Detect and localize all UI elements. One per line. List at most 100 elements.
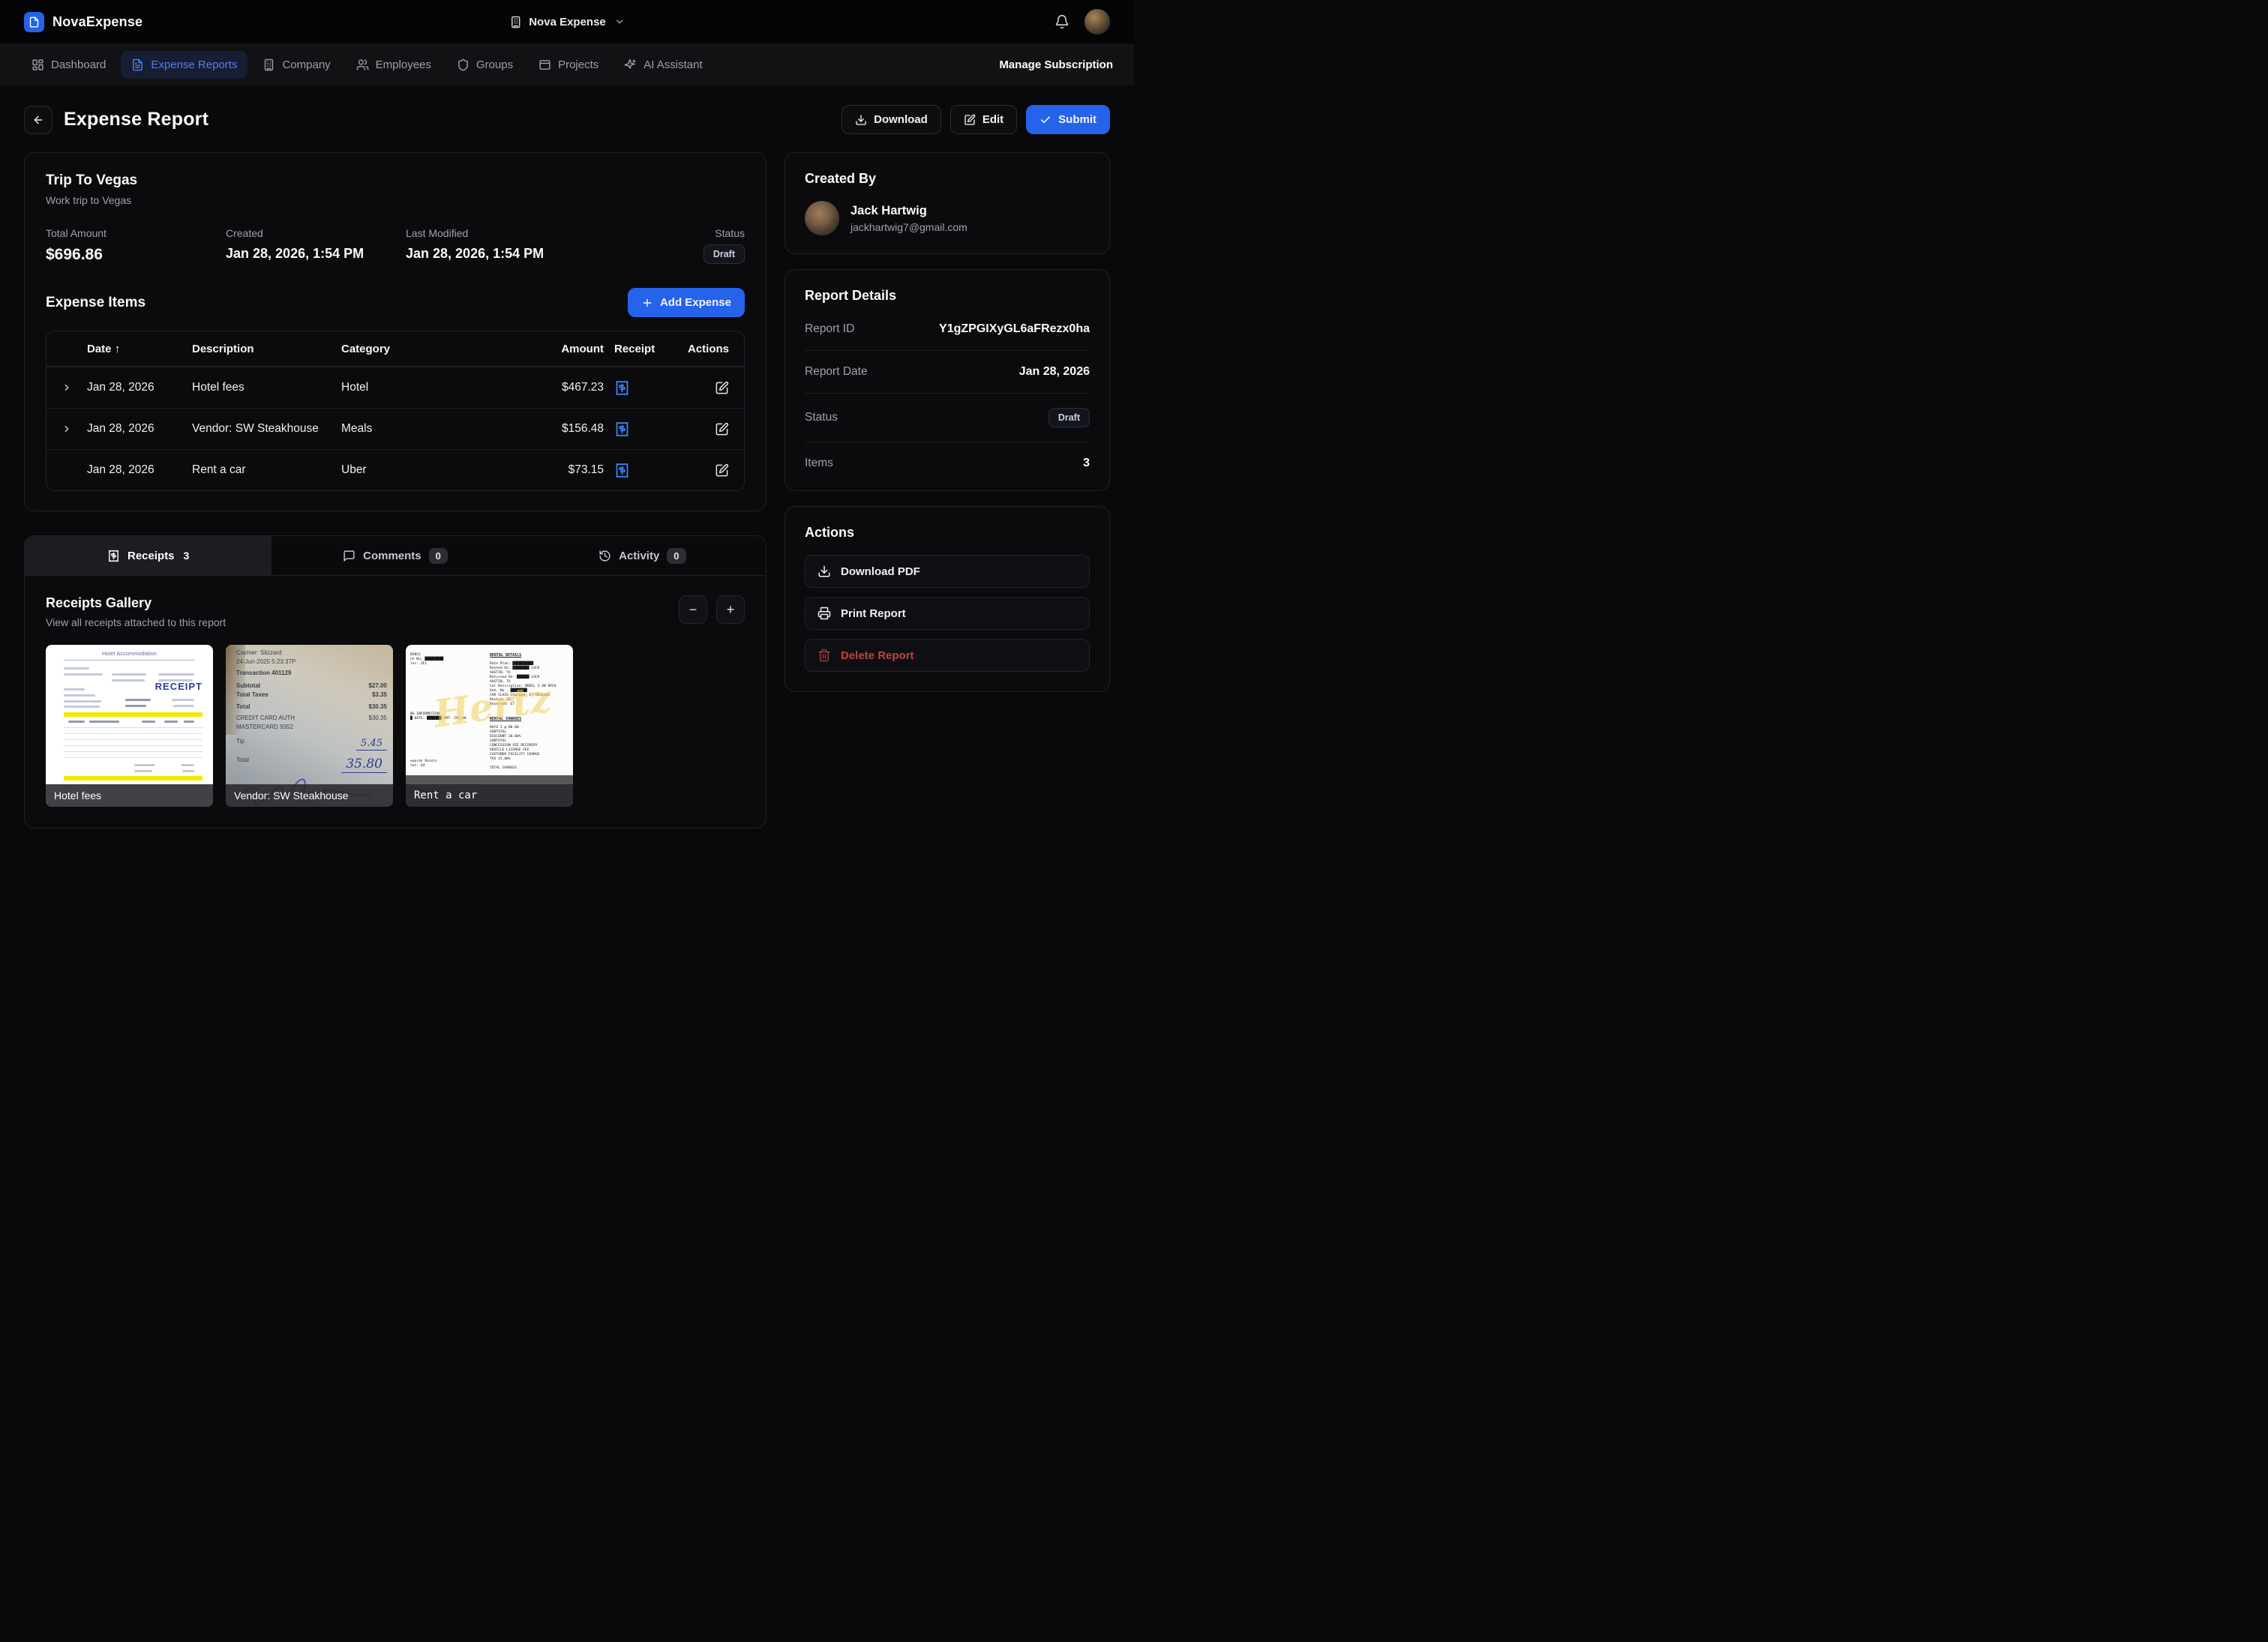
tab-comments[interactable]: Comments 0 <box>272 536 518 575</box>
stat-total-amount: Total Amount $696.86 <box>46 227 226 264</box>
table-row[interactable]: Jan 28, 2026 Vendor: SW Steakhouse Meals… <box>46 408 744 449</box>
receipt-total-bar <box>64 776 202 781</box>
download-pdf-label: Download PDF <box>841 565 920 578</box>
placeholder-line <box>64 667 89 670</box>
tab-label: Comments <box>363 550 422 562</box>
edit-button[interactable]: Edit <box>950 105 1017 134</box>
stat-created: Created Jan 28, 2026, 1:54 PM <box>226 227 406 264</box>
detail-row-items: Items 3 <box>805 442 1090 484</box>
manage-subscription-link[interactable]: Manage Subscription <box>999 58 1113 71</box>
receipt-total: $30.35 <box>369 703 387 710</box>
table-row[interactable]: Jan 28, 2026 Rent a car Uber $73.15 <box>46 449 744 490</box>
nav-item-dashboard[interactable]: Dashboard <box>21 51 116 79</box>
receipt-icon[interactable] <box>614 380 675 396</box>
report-details-heading: Report Details <box>805 288 1090 304</box>
edit-icon <box>964 114 976 126</box>
nav-label: Employees <box>376 58 431 71</box>
tab-receipts[interactable]: Receipts 3 <box>25 536 272 575</box>
notifications-button[interactable] <box>1054 14 1070 29</box>
delete-report-label: Delete Report <box>841 649 914 662</box>
table-header-row: Date ↑ Description Category Amount Recei… <box>46 331 744 367</box>
add-expense-label: Add Expense <box>660 296 731 309</box>
detail-label: Items <box>805 457 833 470</box>
creator-name: Jack Hartwig <box>850 204 968 218</box>
items-count-value: 3 <box>1083 457 1090 470</box>
receipt-icon[interactable] <box>614 463 675 478</box>
download-pdf-button[interactable]: Download PDF <box>805 555 1090 588</box>
comment-icon <box>343 550 356 562</box>
sort-arrow-icon: ↑ <box>115 343 121 355</box>
delete-report-button[interactable]: Delete Report <box>805 639 1090 672</box>
total-amount-value: $696.86 <box>46 246 226 264</box>
receipt-thumbnail-steakhouse[interactable]: Cashier: Slizzard 24-Jun-2025 5:23:37P T… <box>226 645 393 807</box>
nav-item-expense-reports[interactable]: Expense Reports <box>121 51 248 79</box>
receipt-header-bar <box>64 712 202 717</box>
nav-item-projects[interactable]: Projects <box>528 51 609 79</box>
row-description: Rent a car <box>192 463 341 477</box>
check-icon <box>1040 114 1052 126</box>
divider <box>64 660 195 661</box>
edit-row-icon[interactable] <box>715 422 729 436</box>
receipt-grand-handwritten: 35.80 <box>341 757 387 773</box>
created-by-heading: Created By <box>805 171 1090 187</box>
plus-icon <box>641 297 653 309</box>
submit-label: Submit <box>1058 113 1096 126</box>
receipt-stamp: RECEIPT <box>155 681 202 692</box>
placeholder-line <box>173 705 194 707</box>
status-badge: Draft <box>1048 408 1090 427</box>
edit-row-icon[interactable] <box>715 463 729 478</box>
history-icon <box>598 550 611 562</box>
placeholder-line <box>125 699 151 701</box>
row-category: Uber <box>341 463 518 477</box>
sparkles-icon <box>624 58 637 71</box>
edit-row-icon[interactable] <box>715 381 729 395</box>
tab-label: Receipts <box>128 550 175 562</box>
nav-label: Groups <box>476 58 513 71</box>
row-date: Jan 28, 2026 <box>87 422 192 436</box>
column-header-amount: Amount <box>518 343 604 355</box>
receipt-thumbnail-hotel[interactable]: Hotel Accommodation RECEIPT <box>46 645 213 807</box>
nav-item-groups[interactable]: Groups <box>446 51 524 79</box>
nav-item-ai-assistant[interactable]: AI Assistant <box>614 51 712 79</box>
back-button[interactable] <box>24 106 52 134</box>
modified-value: Jan 28, 2026, 1:54 PM <box>406 246 704 262</box>
printer-icon <box>818 607 831 620</box>
placeholder-line <box>125 705 146 707</box>
placeholder-line <box>64 688 85 691</box>
zoom-out-button[interactable]: − <box>679 595 707 624</box>
receipt-thumbnail-rental[interactable]: Hertz RENCE nt No: █████████ ler: ZE1 NS… <box>406 645 573 807</box>
submit-button[interactable]: Submit <box>1026 105 1110 134</box>
actions-card: Actions Download PDF Print Report <box>784 506 1110 692</box>
download-button[interactable]: Download <box>842 105 941 134</box>
status-badge: Draft <box>704 244 745 264</box>
row-description: Hotel fees <box>192 381 341 394</box>
receipt-card-line: MASTERCARD 9352 <box>236 724 387 730</box>
column-header-date[interactable]: Date ↑ <box>87 343 192 355</box>
receipt-tip-label: Tip <box>236 738 244 751</box>
divider <box>64 727 202 728</box>
org-selector[interactable]: Nova Expense <box>509 16 625 28</box>
app-logo[interactable]: NovaExpense <box>24 12 142 32</box>
actions-heading: Actions <box>805 525 1090 541</box>
report-id-value: Y1gZPGIXyGL6aFRezx0ha <box>939 322 1090 336</box>
dashboard-icon <box>32 58 44 71</box>
add-expense-button[interactable]: Add Expense <box>628 288 745 317</box>
print-report-button[interactable]: Print Report <box>805 597 1090 630</box>
nav-item-employees[interactable]: Employees <box>346 51 442 79</box>
zoom-in-button[interactable]: + <box>716 595 745 624</box>
tab-activity[interactable]: Activity 0 <box>519 536 766 575</box>
receipt-icon[interactable] <box>614 421 675 437</box>
stat-modified: Last Modified Jan 28, 2026, 1:54 PM <box>406 227 704 264</box>
row-category: Hotel <box>341 381 518 394</box>
column-header-description: Description <box>192 343 341 355</box>
chevron-right-icon <box>62 424 87 434</box>
stat-label: Total Amount <box>46 227 226 239</box>
divider <box>64 733 202 734</box>
placeholder-line <box>134 764 155 766</box>
gallery-title: Receipts Gallery <box>46 595 226 611</box>
nav-item-company[interactable]: Company <box>252 51 340 79</box>
nav-label: Expense Reports <box>151 58 237 71</box>
user-avatar[interactable] <box>1084 9 1110 34</box>
table-row[interactable]: Jan 28, 2026 Hotel fees Hotel $467.23 <box>46 367 744 408</box>
report-summary-card: Trip To Vegas Work trip to Vegas Total A… <box>24 152 766 511</box>
